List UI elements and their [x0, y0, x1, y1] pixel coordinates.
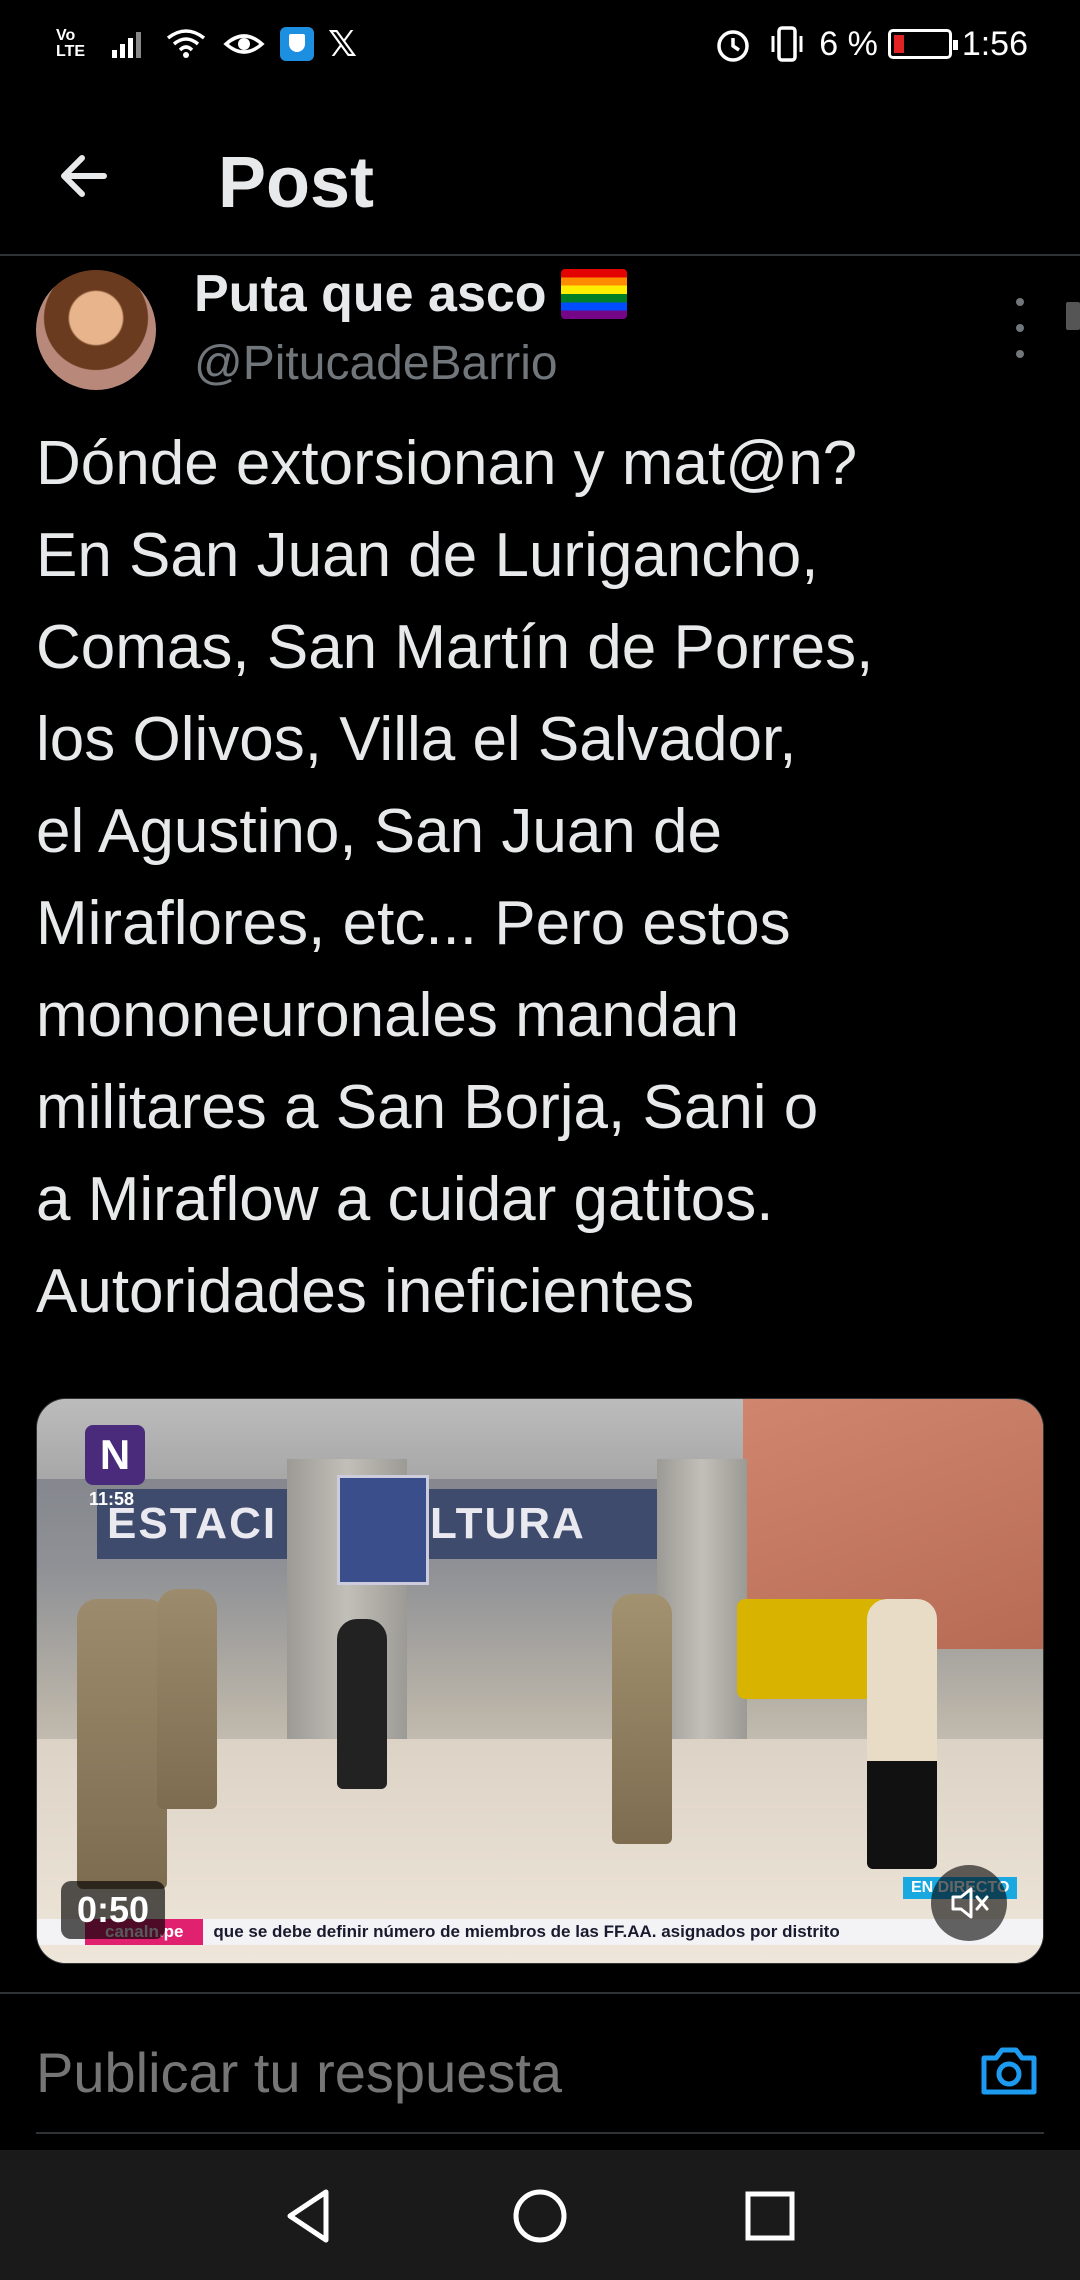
wifi-icon: [166, 29, 206, 58]
battery-percent: 6 %: [819, 24, 878, 63]
video-player[interactable]: ESTACI CULTURA N 11:58 EN DIRECTO canaln…: [36, 1398, 1044, 1964]
nav-back-icon[interactable]: [276, 2182, 344, 2250]
video-scene-police: [337, 1619, 387, 1789]
camera-icon[interactable]: [976, 2038, 1042, 2104]
user-handle[interactable]: @PitucadeBarrio: [194, 336, 558, 391]
video-scene-poster: [337, 1475, 429, 1585]
video-scene-truck: [737, 1599, 887, 1699]
video-scene-pedestrian: [867, 1599, 937, 1869]
muted-speaker-icon: [951, 1887, 989, 1919]
news-ticker: canaln.peque se debe definir número de m…: [37, 1919, 1043, 1945]
signal-icon: [112, 32, 141, 58]
top-app-bar: Post: [0, 110, 1080, 256]
status-bar-right: 6 % 1:56: [711, 22, 1028, 66]
channel-logo: N: [85, 1425, 145, 1485]
post-text: Dónde extorsionan y mat@n? En San Juan d…: [36, 429, 874, 1326]
system-navigation-bar: [0, 2150, 1080, 2280]
rainbow-flag-icon: [560, 269, 627, 319]
video-duration: 0:50: [61, 1881, 166, 1939]
video-scene-soldier: [77, 1599, 167, 1889]
video-scene-soldier: [157, 1589, 217, 1809]
battery-icon: [887, 29, 958, 59]
volte-indicator: Vo LTE: [56, 27, 86, 60]
shield-icon: [280, 27, 314, 61]
reply-composer: [0, 1992, 1080, 2152]
vibrate-icon: [771, 26, 803, 62]
status-bar-left: Vo LTE 𝕏: [56, 22, 357, 66]
x-logo-icon: 𝕏: [328, 23, 358, 64]
status-bar: Vo LTE 𝕏 6 % 1:56: [0, 0, 1080, 90]
display-name-text: Puta que asco: [194, 265, 547, 323]
alarm-icon: [717, 30, 749, 62]
nav-home-icon[interactable]: [506, 2182, 574, 2250]
display-name[interactable]: Puta que asco: [194, 264, 627, 324]
video-scene-soldier: [612, 1594, 672, 1844]
scroll-indicator: [1066, 302, 1080, 330]
avatar[interactable]: [36, 270, 156, 390]
channel-time: 11:58: [89, 1489, 135, 1509]
back-arrow-icon[interactable]: [54, 146, 114, 206]
reply-underline: [36, 2132, 1044, 2134]
clock: 1:56: [961, 24, 1028, 63]
reply-input[interactable]: [36, 2040, 936, 2105]
nav-recents-icon[interactable]: [736, 2182, 804, 2250]
eye-icon: [223, 34, 265, 54]
more-options-icon[interactable]: [1010, 298, 1030, 358]
ticker-text: que se debe definir número de miembros d…: [213, 1922, 840, 1941]
page-title: Post: [218, 143, 375, 223]
mute-button[interactable]: [931, 1865, 1007, 1941]
